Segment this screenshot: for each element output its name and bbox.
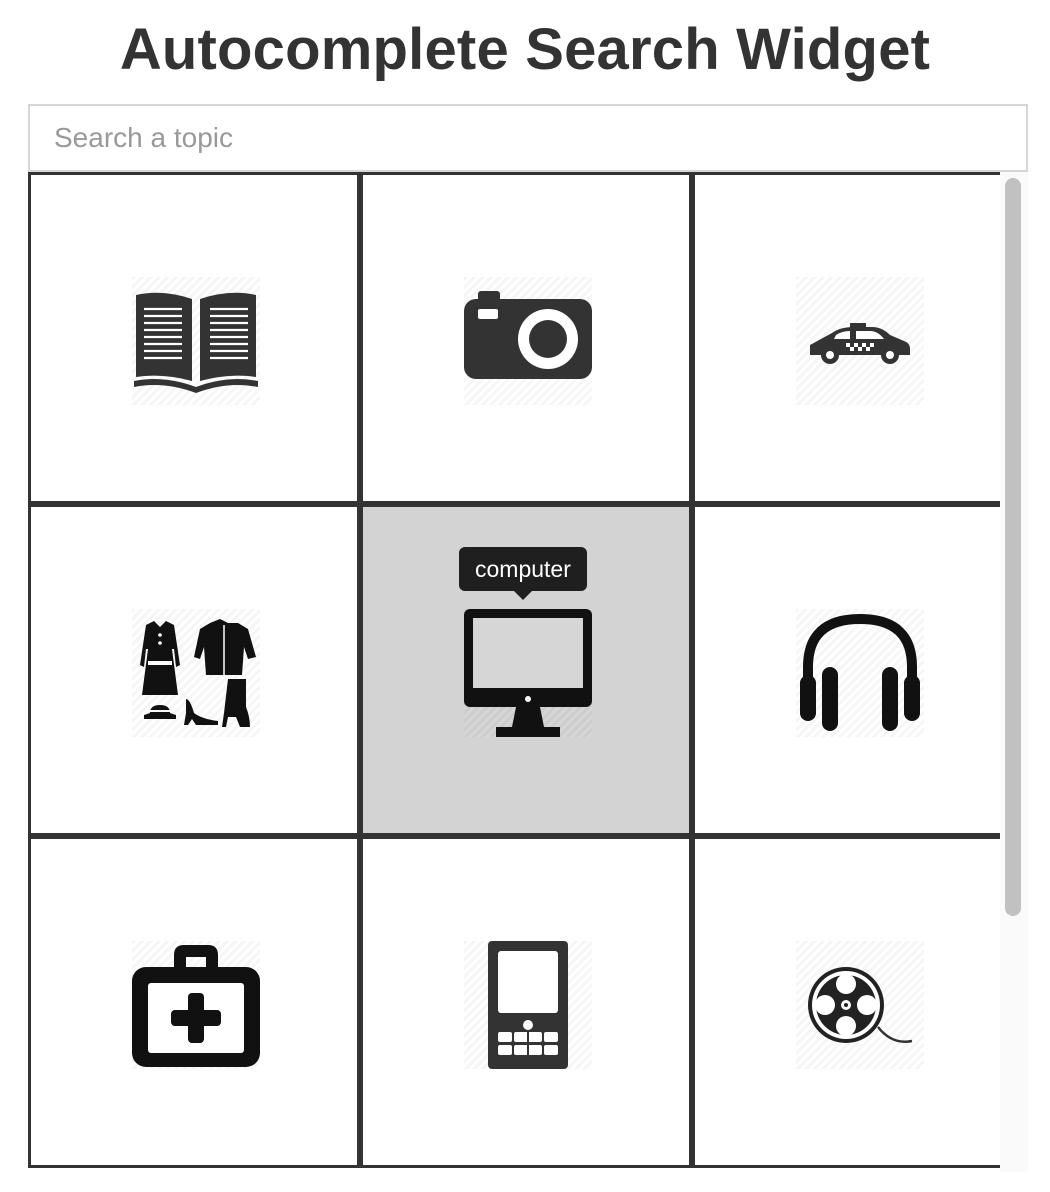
tile-camera[interactable] bbox=[360, 172, 692, 504]
search-input[interactable] bbox=[30, 106, 1026, 170]
tile-book[interactable] bbox=[28, 172, 360, 504]
search-box[interactable] bbox=[28, 104, 1028, 172]
taxi-icon bbox=[796, 277, 924, 405]
tile-taxi[interactable] bbox=[692, 172, 1024, 504]
tile-headphones[interactable] bbox=[692, 504, 1024, 836]
tile-computer[interactable]: computer bbox=[360, 504, 692, 836]
tile-mobile-phone[interactable] bbox=[360, 836, 692, 1168]
tile-medical-kit[interactable] bbox=[28, 836, 360, 1168]
film-reel-icon bbox=[796, 941, 924, 1069]
mobile-phone-icon bbox=[464, 941, 592, 1069]
scrollbar-thumb[interactable] bbox=[1005, 178, 1021, 916]
clothing-icon bbox=[132, 609, 260, 737]
computer-icon bbox=[464, 609, 592, 737]
tile-film-reel[interactable] bbox=[692, 836, 1024, 1168]
book-icon bbox=[132, 277, 260, 405]
headphones-icon bbox=[796, 609, 924, 737]
results-panel: computer bbox=[28, 172, 1028, 1172]
medical-kit-icon bbox=[132, 941, 260, 1069]
tile-tooltip: computer bbox=[459, 547, 587, 600]
results-grid: computer bbox=[28, 172, 1024, 1172]
tile-clothing[interactable] bbox=[28, 504, 360, 836]
results-scrollbar[interactable] bbox=[1000, 172, 1028, 1172]
camera-icon bbox=[464, 277, 592, 405]
page-title: Autocomplete Search Widget bbox=[119, 17, 931, 82]
